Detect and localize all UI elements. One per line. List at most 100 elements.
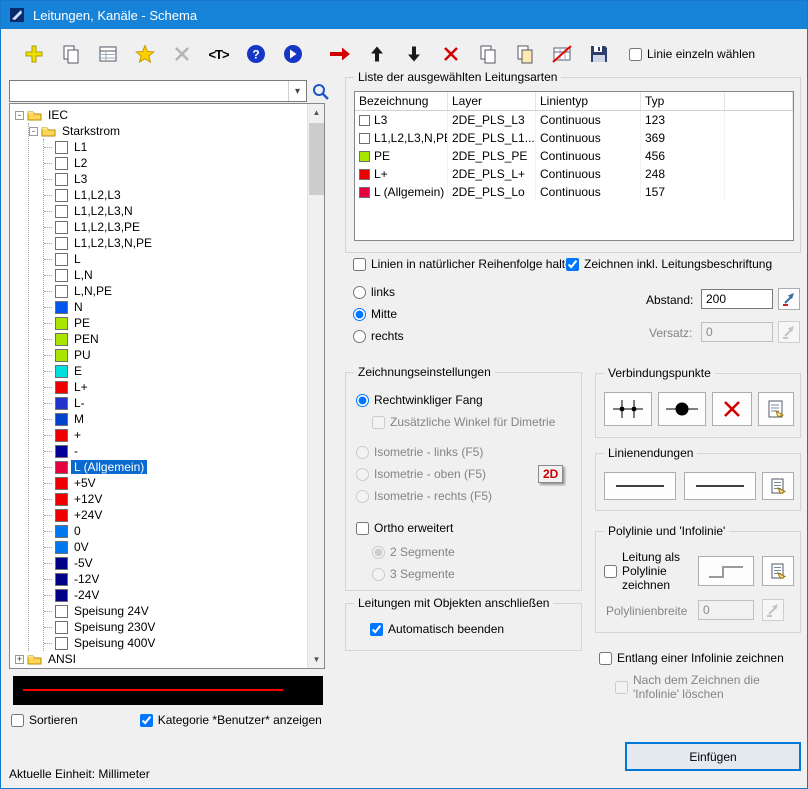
tree-item[interactable]: L,N,PE (44, 283, 324, 299)
expand-icon[interactable]: + (15, 655, 24, 664)
table-row[interactable]: PE 2DE_PLS_PE Continuous 456 (355, 147, 793, 165)
insert-button[interactable]: Einfügen (625, 742, 801, 771)
tree-item[interactable]: N (44, 299, 324, 315)
column-header[interactable]: Layer (448, 92, 536, 110)
tree-item[interactable]: L1,L2,L3,N,PE (44, 235, 324, 251)
tree-item[interactable]: Speisung 24V (44, 603, 324, 619)
tree-item[interactable]: Speisung 230V (44, 619, 324, 635)
add-button[interactable] (15, 39, 52, 69)
scrollbar-thumb[interactable] (309, 123, 324, 195)
tree-item[interactable]: 0V (44, 539, 324, 555)
list-button[interactable] (89, 39, 126, 69)
connection-dot-button[interactable] (658, 392, 706, 426)
rect-snap-radio[interactable] (356, 394, 369, 407)
align-right-radio[interactable] (353, 330, 366, 343)
ortho-checkbox[interactable] (356, 522, 369, 535)
copy-button[interactable] (52, 39, 89, 69)
line-end-style-button[interactable] (684, 472, 756, 500)
tree-item[interactable]: L+ (44, 379, 324, 395)
table-header[interactable]: Bezeichnung Layer Linientyp Typ (355, 92, 793, 111)
tree-item-label: L (Allgemein) (71, 460, 147, 474)
tree-item[interactable]: 0 (44, 523, 324, 539)
connection-properties-button[interactable] (758, 392, 794, 426)
tree-item[interactable]: + (44, 427, 324, 443)
tree-item[interactable]: +12V (44, 491, 324, 507)
column-header[interactable]: Bezeichnung (355, 92, 448, 110)
tree-node-iec[interactable]: - IEC (15, 107, 324, 123)
tree-item[interactable]: M (44, 411, 324, 427)
copy-format-button[interactable] (506, 39, 543, 69)
favorite-button[interactable] (126, 39, 163, 69)
color-swatch (55, 477, 68, 490)
draw-labels-checkbox[interactable] (566, 258, 579, 271)
tree-item[interactable]: L (Allgemein) (44, 459, 324, 475)
scroll-up-icon[interactable]: ▲ (308, 104, 325, 121)
pick-point-icon (781, 291, 797, 307)
collapse-icon[interactable]: - (15, 111, 24, 120)
tree-item[interactable]: PEN (44, 331, 324, 347)
tree-item[interactable]: L,N (44, 267, 324, 283)
copy-line-button[interactable] (469, 39, 506, 69)
delete-table-button[interactable] (543, 39, 580, 69)
tree-item[interactable]: L (44, 251, 324, 267)
tree-item[interactable]: L- (44, 395, 324, 411)
single-line-checkbox[interactable] (629, 48, 642, 61)
abstand-pick-button[interactable] (778, 288, 800, 310)
search-input[interactable] (10, 81, 288, 101)
chevron-down-icon[interactable]: ▾ (288, 81, 306, 101)
tree-node-ansi[interactable]: + ANSI (15, 651, 324, 667)
connection-delete-button[interactable] (712, 392, 752, 426)
save-button[interactable] (580, 39, 617, 69)
tree-item[interactable]: PE (44, 315, 324, 331)
remove-button[interactable] (432, 39, 469, 69)
align-center-radio[interactable] (353, 308, 366, 321)
tree-item[interactable]: +24V (44, 507, 324, 523)
tree-item[interactable]: - (44, 443, 324, 459)
collapse-icon[interactable]: - (29, 127, 38, 136)
column-header[interactable]: Linientyp (536, 92, 641, 110)
table-row[interactable]: L (Allgemein) 2DE_PLS_Lo Continuous 157 (355, 183, 793, 201)
search-button[interactable] (311, 82, 331, 102)
tree-item[interactable]: Speisung 400V (44, 635, 324, 651)
line-start-style-button[interactable] (604, 472, 676, 500)
tree-item[interactable]: -12V (44, 571, 324, 587)
tree-item[interactable]: L1,L2,L3 (44, 187, 324, 203)
tree-item[interactable]: L1,L2,L3,N (44, 203, 324, 219)
align-left-radio[interactable] (353, 286, 366, 299)
tree-item[interactable]: L3 (44, 171, 324, 187)
line-ends-properties-button[interactable] (762, 472, 794, 500)
as-polyline-checkbox[interactable] (604, 565, 617, 578)
column-header[interactable]: Typ (641, 92, 725, 110)
tree-item[interactable]: -5V (44, 555, 324, 571)
infoline-checkbox[interactable] (599, 652, 612, 665)
abstand-input[interactable] (701, 289, 773, 309)
tree-item[interactable]: L1 (44, 139, 324, 155)
sort-checkbox[interactable] (11, 714, 24, 727)
help-button[interactable]: ? (237, 39, 274, 69)
connection-grid-button[interactable] (604, 392, 652, 426)
tree-node-starkstrom[interactable]: - Starkstrom (29, 123, 324, 139)
natural-order-checkbox[interactable] (353, 258, 366, 271)
polyline-properties-button[interactable] (762, 556, 794, 586)
move-up-button[interactable] (358, 39, 395, 69)
table-row[interactable]: L+ 2DE_PLS_L+ Continuous 248 (355, 165, 793, 183)
tree-item[interactable]: +5V (44, 475, 324, 491)
title-bar[interactable]: Leitungen, Kanäle - Schema (1, 1, 807, 29)
category-checkbox[interactable] (140, 714, 153, 727)
draw-line-button[interactable] (321, 39, 358, 69)
tree-item[interactable]: L1,L2,L3,PE (44, 219, 324, 235)
table-row[interactable]: L1,L2,L3,N,PE 2DE_PLS_L1... Continuous 3… (355, 129, 793, 147)
text-tool-button[interactable]: <T> (200, 39, 237, 69)
move-down-button[interactable] (395, 39, 432, 69)
scroll-down-icon[interactable]: ▼ (308, 651, 325, 668)
tree-item[interactable]: PU (44, 347, 324, 363)
tree-item[interactable]: E (44, 363, 324, 379)
tree-item[interactable]: -24V (44, 587, 324, 603)
tree-item[interactable]: L2 (44, 155, 324, 171)
table-row[interactable]: L3 2DE_PLS_L3 Continuous 123 (355, 111, 793, 129)
tree-item-label: E (71, 364, 85, 378)
run-button[interactable] (274, 39, 311, 69)
tree-scrollbar[interactable]: ▲ ▼ (307, 104, 324, 668)
auto-end-checkbox[interactable] (370, 623, 383, 636)
polyline-style-button[interactable] (698, 556, 754, 586)
